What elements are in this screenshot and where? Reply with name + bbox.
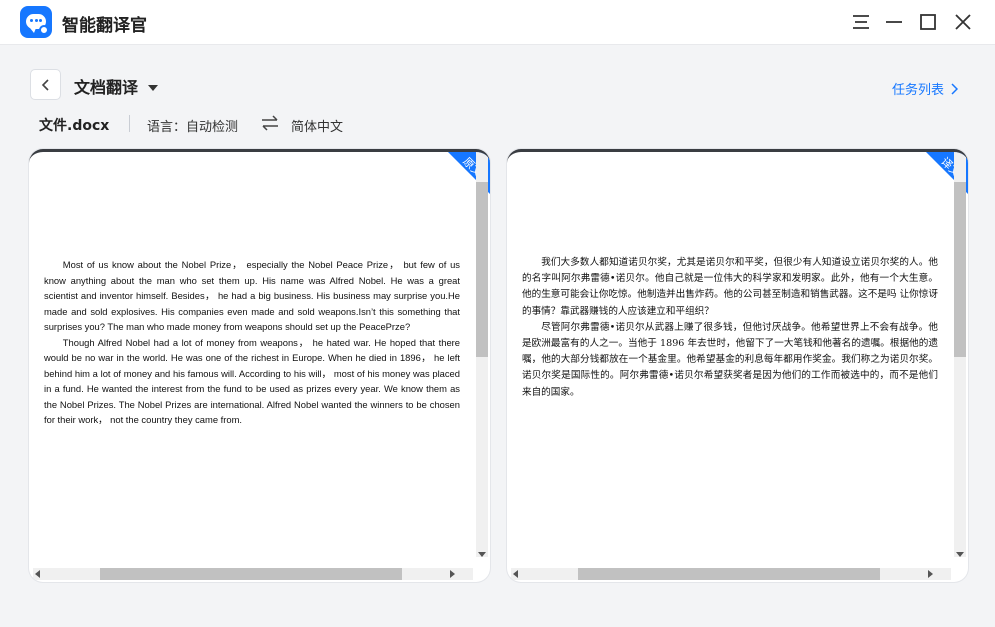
- close-icon[interactable]: [951, 10, 975, 34]
- scroll-thumb[interactable]: [476, 182, 488, 357]
- translated-paragraph: 我们大多数人都知道诺贝尔奖，尤其是诺贝尔和平奖，但很少有人知道设立诺贝尔奖的人。…: [522, 257, 938, 317]
- app-logo-icon: [20, 6, 52, 38]
- file-name: 文件.docx: [39, 118, 110, 134]
- scroll-thumb[interactable]: [954, 182, 966, 357]
- scroll-left-icon[interactable]: [513, 570, 518, 578]
- task-list-link[interactable]: 任务列表: [892, 79, 959, 98]
- horizontal-scrollbar[interactable]: [511, 566, 951, 580]
- scroll-thumb[interactable]: [578, 568, 880, 580]
- task-list-label: 任务列表: [892, 83, 945, 98]
- source-document-text: Most of us know about the Nobel Prize， e…: [44, 257, 460, 428]
- scroll-right-icon[interactable]: [928, 570, 933, 578]
- page-title: 文档翻译: [74, 78, 139, 97]
- source-paragraph: Though Alfred Nobel had a lot of money f…: [44, 336, 460, 426]
- target-language-selector[interactable]: 简体中文: [291, 116, 343, 135]
- chevron-right-icon: [951, 82, 959, 95]
- minimize-icon[interactable]: [882, 10, 906, 34]
- translated-document-text: 我们大多数人都知道诺贝尔奖，尤其是诺贝尔和平奖，但很少有人知道设立诺贝尔奖的人。…: [522, 255, 938, 401]
- scroll-left-icon[interactable]: [35, 570, 40, 578]
- caret-down-icon[interactable]: [147, 78, 159, 97]
- horizontal-scrollbar[interactable]: [33, 566, 473, 580]
- swap-arrows-icon[interactable]: [260, 115, 280, 135]
- scroll-down-icon[interactable]: [956, 552, 964, 557]
- chevron-left-icon: [41, 79, 49, 91]
- divider: [129, 115, 130, 132]
- vertical-scrollbar[interactable]: [475, 152, 488, 562]
- back-button[interactable]: [30, 69, 61, 100]
- scroll-thumb[interactable]: [100, 568, 402, 580]
- scroll-right-icon[interactable]: [450, 570, 455, 578]
- source-language-selector[interactable]: 语言：自动检测: [147, 116, 238, 135]
- title-bar: 智能翻译官: [0, 0, 995, 45]
- vertical-scrollbar[interactable]: [953, 152, 966, 562]
- scroll-down-icon[interactable]: [478, 552, 486, 557]
- app-title: 智能翻译官: [62, 16, 147, 36]
- hamburger-icon[interactable]: [849, 10, 873, 34]
- source-paragraph: Most of us know about the Nobel Prize， e…: [44, 259, 460, 332]
- translated-paragraph: 尽管阿尔弗雷德•诺贝尔从武器上赚了很多钱，但他讨厌战争。他希望世界上不会有战争。…: [522, 321, 938, 398]
- translated-document-panel[interactable]: 我们大多数人都知道诺贝尔奖，尤其是诺贝尔和平奖，但很少有人知道设立诺贝尔奖的人。…: [507, 149, 968, 582]
- maximize-icon[interactable]: [916, 10, 940, 34]
- source-document-panel[interactable]: Most of us know about the Nobel Prize， e…: [29, 149, 490, 582]
